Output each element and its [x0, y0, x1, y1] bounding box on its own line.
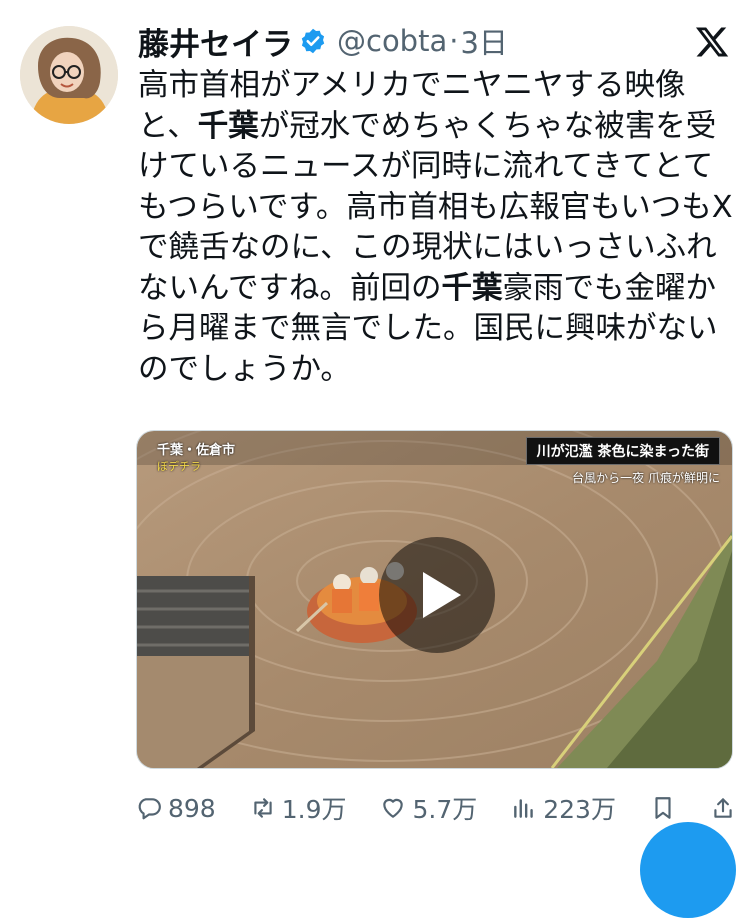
share-icon — [714, 798, 732, 818]
location-caption: 千葉・佐倉市 ぼデチラ — [157, 439, 235, 474]
tweet-header: 藤井セイラ @cobta · 3日 — [138, 18, 508, 64]
news-subheadline: 台風から一夜 爪痕が鮮明に — [572, 471, 720, 485]
avatar-image — [20, 26, 118, 124]
tweet-actions: 898 1.9万 5.7万 223万 — [136, 788, 736, 828]
views-button[interactable]: 223万 — [511, 790, 616, 826]
hashtag-link[interactable]: 千葉 — [441, 271, 502, 306]
like-button[interactable]: 5.7万 — [380, 790, 477, 826]
reply-icon — [138, 798, 161, 820]
video-thumbnail[interactable]: 千葉・佐倉市 ぼデチラ 川が氾濫 茶色に染まった街 台風から一夜 爪痕が鮮明に — [136, 430, 733, 769]
news-caption: 川が氾濫 茶色に染まった街 台風から一夜 爪痕が鮮明に — [525, 437, 720, 486]
tweet-timestamp[interactable]: 3日 — [460, 20, 507, 62]
compose-button[interactable] — [640, 822, 736, 918]
view-count: 223万 — [543, 795, 616, 824]
author-name[interactable]: 藤井セイラ — [138, 19, 293, 64]
hashtag-link[interactable]: 千葉 — [198, 109, 259, 144]
retweet-icon — [254, 798, 272, 818]
location-label: 千葉・佐倉市 — [157, 443, 236, 458]
retweet-count: 1.9万 — [281, 795, 347, 824]
location-sub: ぼデチラ — [157, 460, 201, 473]
news-headline: 川が氾濫 茶色に染まった街 — [525, 437, 720, 465]
x-logo-icon[interactable] — [694, 24, 730, 60]
reply-button[interactable]: 898 — [136, 794, 216, 823]
author-avatar[interactable] — [20, 26, 118, 124]
bookmark-icon — [655, 797, 671, 819]
retweet-button[interactable]: 1.9万 — [250, 790, 347, 826]
heart-icon — [383, 798, 404, 818]
views-bar-icon — [514, 799, 534, 818]
bookmark-button[interactable] — [650, 795, 676, 821]
play-icon[interactable] — [379, 537, 495, 653]
reply-count: 898 — [168, 793, 216, 823]
tweet-body: 高市首相がアメリカでニヤニヤする映像と、千葉が冠水でめちゃくちゃな被害を受けてい… — [138, 66, 738, 390]
header-separator: · — [449, 24, 459, 58]
like-count: 5.7万 — [412, 795, 478, 824]
share-button[interactable] — [710, 795, 736, 821]
author-handle[interactable]: @cobta — [337, 24, 447, 58]
verified-badge-icon — [301, 28, 325, 54]
